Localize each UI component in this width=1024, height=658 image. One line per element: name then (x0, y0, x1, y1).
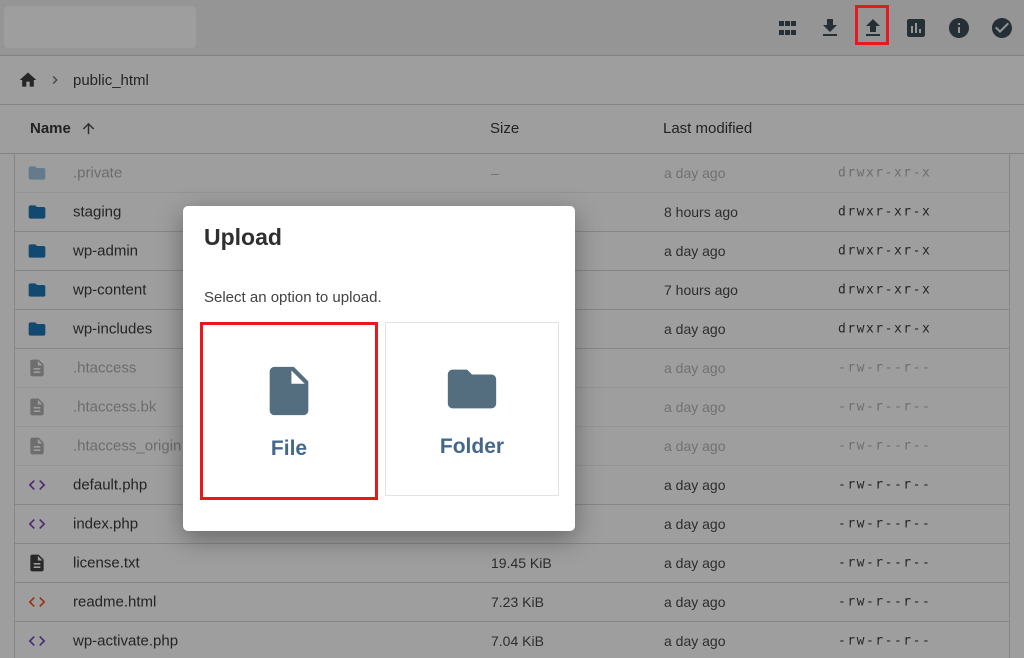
modal-title: Upload (204, 224, 282, 251)
upload-option-file[interactable]: File (200, 322, 378, 500)
modal-subtitle: Select an option to upload. (204, 289, 382, 306)
annotation-red-box-upload (855, 5, 889, 45)
upload-option-folder[interactable]: Folder (385, 322, 559, 496)
upload-icon[interactable] (861, 16, 885, 40)
file-manager-screen: public_html Name Size Last modified .pri… (0, 0, 1024, 658)
file-upload-icon (260, 362, 318, 420)
folder-upload-icon (443, 360, 501, 418)
upload-option-label: Folder (440, 435, 504, 459)
upload-options: File Folder (200, 322, 559, 500)
upload-option-label: File (271, 437, 307, 461)
upload-modal: Upload Select an option to upload. File … (183, 206, 575, 531)
